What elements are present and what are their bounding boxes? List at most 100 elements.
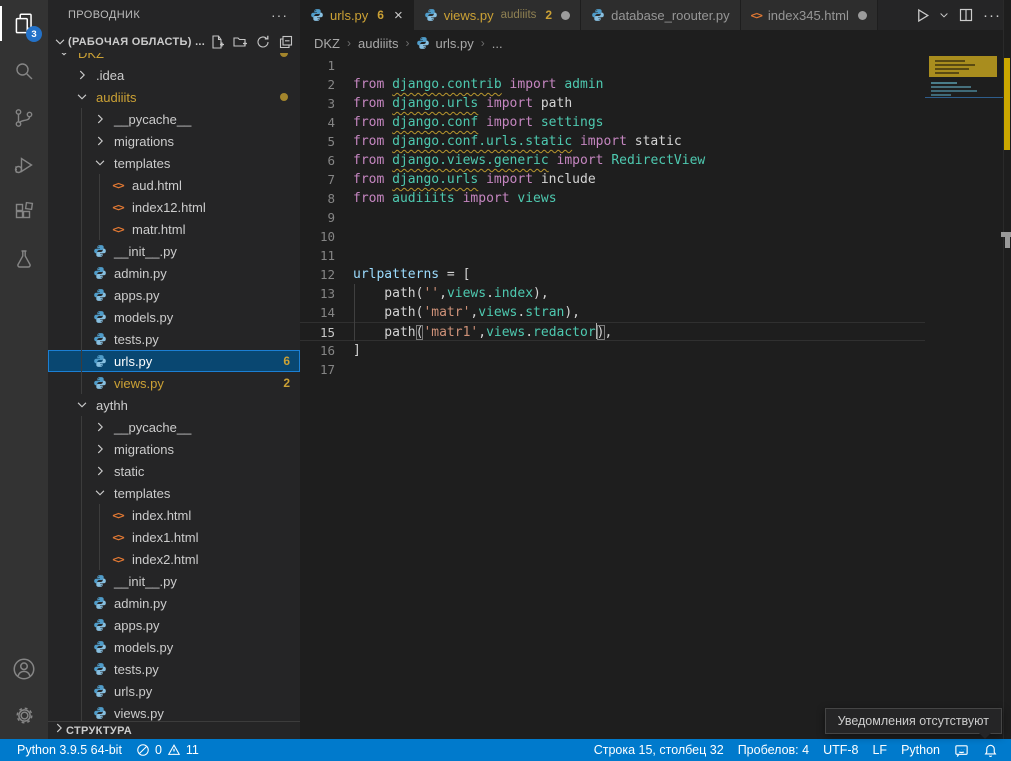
eol-status[interactable]: LF [865, 739, 894, 761]
explorer-icon[interactable]: 3 [0, 0, 48, 47]
code-line-4[interactable]: 4from django.conf import settings [300, 113, 925, 132]
language-mode-status[interactable]: Python [894, 739, 947, 761]
breadcrumb[interactable]: DKZ›audiiits›urls.py›... [300, 30, 1011, 56]
code-line-3[interactable]: 3from django.urls import path [300, 94, 925, 113]
tree-item-matr-html[interactable]: <>matr.html [48, 218, 300, 240]
tree-item-aythh[interactable]: aythh [48, 394, 300, 416]
code-line-8[interactable]: 8from audiiits import views [300, 189, 925, 208]
notifications-bell-icon[interactable] [976, 739, 1005, 761]
code-line-6[interactable]: 6from django.views.generic import Redire… [300, 151, 925, 170]
code-line-5[interactable]: 5from django.conf.urls.static import sta… [300, 132, 925, 151]
code-line-16[interactable]: 16] [300, 341, 925, 360]
tree-item-models-py[interactable]: models.py [48, 306, 300, 328]
modified-dot-icon[interactable] [858, 11, 867, 20]
tree-item-index-html[interactable]: <>index.html [48, 504, 300, 526]
tree-item--pycache-[interactable]: __pycache__ [48, 108, 300, 130]
source-control-icon[interactable] [0, 94, 48, 141]
tree-item-static[interactable]: static [48, 460, 300, 482]
sidebar-more-actions-icon[interactable]: ··· [271, 7, 288, 23]
tree-item-index2-html[interactable]: <>index2.html [48, 548, 300, 570]
breadcrumb-separator: › [347, 36, 351, 50]
code-line-2[interactable]: 2from django.contrib import admin [300, 75, 925, 94]
extensions-icon[interactable] [0, 188, 48, 235]
code-line-15[interactable]: 15 path('matr1',views.redactor), [300, 322, 925, 341]
tree-item-label: admin.py [114, 596, 167, 611]
code-line-10[interactable]: 10 [300, 227, 925, 246]
tree-item-admin-py[interactable]: admin.py [48, 592, 300, 614]
line-number: 10 [300, 227, 335, 246]
collapse-all-icon[interactable] [278, 34, 294, 50]
new-folder-icon[interactable] [232, 34, 248, 50]
tree-item-models-py[interactable]: models.py [48, 636, 300, 658]
settings-gear-icon[interactable] [0, 692, 48, 739]
code-line-11[interactable]: 11 [300, 246, 925, 265]
run-debug-icon[interactable] [0, 141, 48, 188]
tree-item-index12-html[interactable]: <>index12.html [48, 196, 300, 218]
tree-item-templates[interactable]: templates [48, 482, 300, 504]
tab-urls-py[interactable]: urls.py6× [300, 0, 414, 30]
cursor-position-status[interactable]: Строка 15, столбец 32 [587, 739, 731, 761]
tree-item-label: __pycache__ [114, 112, 191, 127]
breadcrumb-item[interactable]: DKZ [314, 36, 340, 51]
chevron-down-icon [74, 397, 90, 413]
outline-section-header[interactable]: СТРУКТУРА [48, 721, 300, 739]
code-line-7[interactable]: 7from django.urls import include [300, 170, 925, 189]
tab-database-roouter-py[interactable]: database_roouter.py [581, 0, 741, 30]
code-line-12[interactable]: 12urlpatterns = [ [300, 265, 925, 284]
code-line-1[interactable]: 1 [300, 56, 925, 75]
tab-views-py[interactable]: views.pyaudiiits2 [414, 0, 581, 30]
feedback-icon[interactable] [947, 739, 976, 761]
account-icon[interactable] [0, 645, 48, 692]
minimap[interactable] [925, 56, 1003, 739]
code-editor[interactable]: 12from django.contrib import admin3from … [300, 56, 925, 379]
python-interpreter-status[interactable]: Python 3.9.5 64-bit [10, 739, 129, 761]
encoding-status[interactable]: UTF-8 [816, 739, 865, 761]
tree-item-apps-py[interactable]: apps.py [48, 614, 300, 636]
breadcrumb-item[interactable]: audiiits [358, 36, 398, 51]
breadcrumb-item[interactable]: ... [492, 36, 503, 51]
tree-item-index1-html[interactable]: <>index1.html [48, 526, 300, 548]
overview-ruler[interactable] [1003, 0, 1011, 739]
modified-dot-icon[interactable] [561, 11, 570, 20]
new-file-icon[interactable] [209, 34, 225, 50]
testing-icon[interactable] [0, 235, 48, 282]
more-actions-icon[interactable]: ··· [981, 4, 1003, 26]
tree-item--init-py[interactable]: __init__.py [48, 240, 300, 262]
tree-item-tests-py[interactable]: tests.py [48, 328, 300, 350]
run-dropdown-chevron-icon[interactable] [937, 4, 951, 26]
code-line-9[interactable]: 9 [300, 208, 925, 227]
tree-item-label: __init__.py [114, 574, 177, 589]
close-icon[interactable]: × [394, 8, 403, 23]
tree-item-apps-py[interactable]: apps.py [48, 284, 300, 306]
html-file-icon: <> [110, 529, 126, 545]
tree-item-tests-py[interactable]: tests.py [48, 658, 300, 680]
code-line-14[interactable]: 14 path('matr',views.stran), [300, 303, 925, 322]
tree-item-audiiits[interactable]: audiiits [48, 86, 300, 108]
tree-item--idea[interactable]: .idea [48, 64, 300, 86]
run-button[interactable] [911, 4, 933, 26]
split-editor-button[interactable] [955, 4, 977, 26]
breadcrumb-item[interactable]: urls.py [435, 36, 473, 51]
tree-item--init-py[interactable]: __init__.py [48, 570, 300, 592]
code-line-13[interactable]: 13 path('',views.index), [300, 284, 925, 303]
tree-item-urls-py[interactable]: urls.py6 [48, 350, 300, 372]
line-number: 14 [300, 303, 335, 322]
tree-item--pycache-[interactable]: __pycache__ [48, 416, 300, 438]
tree-item-urls-py[interactable]: urls.py [48, 680, 300, 702]
sidebar-title-row: ПРОВОДНИК ··· [48, 0, 300, 30]
tree-item-views-py[interactable]: views.py2 [48, 372, 300, 394]
problems-status[interactable]: 0 11 [129, 739, 206, 761]
tab-index345-html[interactable]: <>index345.html [741, 0, 878, 30]
workspace-section-header[interactable]: (РАБОЧАЯ ОБЛАСТЬ) ... [48, 30, 300, 53]
tree-item-admin-py[interactable]: admin.py [48, 262, 300, 284]
tree-item-aud-html[interactable]: <>aud.html [48, 174, 300, 196]
indentation-status[interactable]: Пробелов: 4 [731, 739, 816, 761]
code-line-17[interactable]: 17 [300, 360, 925, 379]
line-number: 12 [300, 265, 335, 284]
line-number: 13 [300, 284, 335, 303]
tree-item-migrations[interactable]: migrations [48, 438, 300, 460]
refresh-icon[interactable] [255, 34, 271, 50]
tree-item-migrations[interactable]: migrations [48, 130, 300, 152]
search-icon[interactable] [0, 47, 48, 94]
tree-item-templates[interactable]: templates [48, 152, 300, 174]
